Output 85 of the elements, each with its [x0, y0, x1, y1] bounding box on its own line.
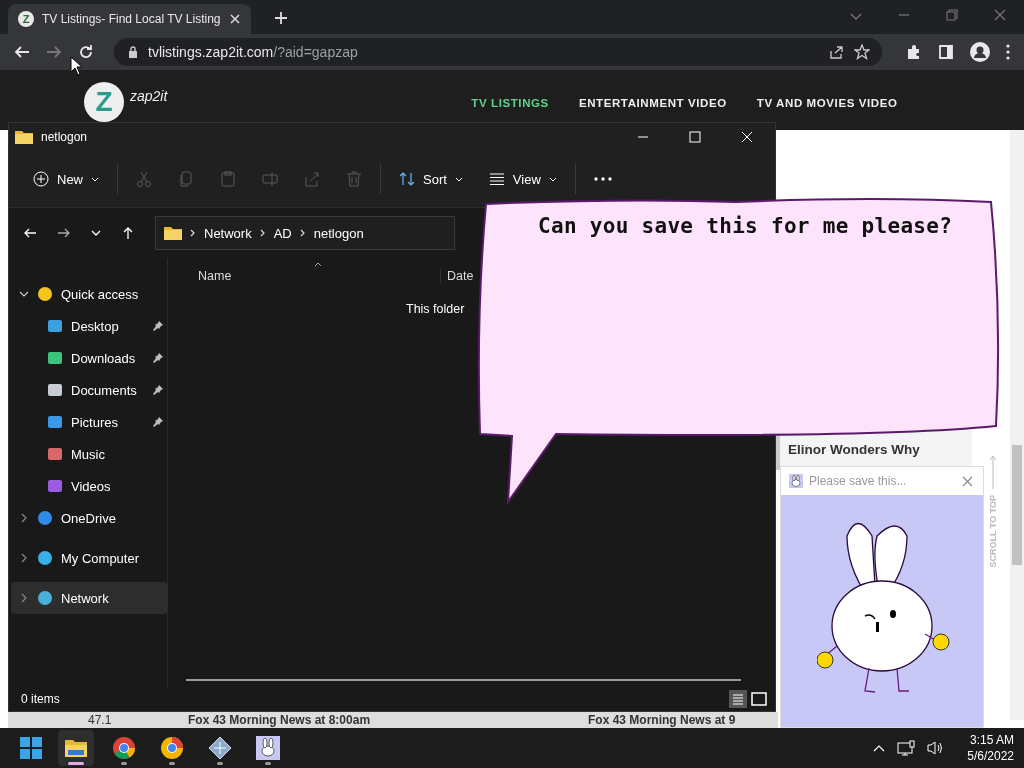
bunny-icon	[789, 474, 803, 488]
nav-item[interactable]: Network	[11, 582, 167, 614]
site-favicon: Z	[18, 11, 34, 27]
share-icon[interactable]	[828, 44, 844, 60]
empty-folder-message: This folder	[406, 302, 465, 316]
scissors-icon	[136, 171, 152, 187]
address-bar[interactable]: tvlistings.zap2it.com/?aid=gapzap	[114, 38, 882, 66]
sort-caret-icon	[314, 262, 322, 267]
nav-link[interactable]: TV LISTINGS	[471, 97, 549, 109]
breadcrumb-item[interactable]: netlogon	[313, 225, 364, 241]
view-button[interactable]: View	[476, 165, 569, 193]
browser-icon	[160, 736, 184, 760]
list-lines-icon	[488, 171, 505, 187]
explorer-taskbar-button[interactable]	[58, 730, 94, 766]
nav-item[interactable]: OneDrive	[11, 502, 167, 534]
reload-icon[interactable]	[78, 44, 94, 60]
nav-item[interactable]: Videos	[11, 470, 167, 502]
nav-link[interactable]: ENTERTAINMENT VIDEO	[578, 97, 727, 109]
forward-icon[interactable]	[57, 226, 71, 240]
diamond-icon	[208, 736, 232, 760]
show-title[interactable]: Elinor Wonders Why	[788, 442, 920, 457]
address-field[interactable]: Network AD netlogon	[155, 216, 455, 250]
caret-icon	[454, 176, 463, 182]
channel-number: 47.1	[88, 713, 113, 727]
nav-link[interactable]: TV AND MOVIES VIDEO	[756, 97, 898, 109]
back-icon[interactable]	[23, 226, 37, 240]
side-panel-icon[interactable]	[938, 44, 954, 60]
logo-text[interactable]: zap2it	[130, 88, 168, 104]
folder-icon	[164, 226, 182, 240]
share-icon	[304, 171, 320, 187]
chrome-icon	[112, 736, 136, 760]
nav-item[interactable]: Desktop	[11, 310, 167, 342]
nav-item[interactable]: Downloads	[11, 342, 167, 374]
folder-icon	[15, 130, 33, 144]
plus-icon[interactable]	[272, 10, 289, 26]
nav-item[interactable]: Music	[11, 438, 167, 470]
nav-item[interactable]: Pictures	[11, 406, 167, 438]
popup-title: Please save this...	[809, 474, 907, 488]
browser-tab[interactable]: Z TV Listings- Find Local TV Listing	[8, 4, 251, 34]
up-arrow-icon[interactable]	[121, 226, 135, 240]
more-icon	[593, 177, 612, 181]
window-title: netlogon	[41, 130, 88, 144]
maximize-icon[interactable]	[689, 131, 701, 143]
chevron-right-icon	[299, 229, 306, 237]
nav-item[interactable]: My Computer	[11, 542, 167, 574]
clipboard-icon	[220, 171, 236, 187]
rename-icon	[262, 171, 278, 187]
puzzle-icon[interactable]	[906, 44, 922, 60]
nav-item[interactable]: Quick access	[11, 278, 167, 310]
restore-icon[interactable]	[946, 9, 958, 21]
scrollbar[interactable]	[186, 679, 741, 681]
plus-circle-icon	[33, 171, 49, 187]
breadcrumb-item[interactable]: Network	[204, 225, 252, 241]
item-count: 0 items	[21, 692, 60, 706]
start-icon[interactable]	[20, 737, 42, 759]
chevron-icon[interactable]	[19, 289, 29, 299]
column-header[interactable]: Date	[440, 269, 474, 283]
breadcrumb-item[interactable]: AD	[273, 225, 292, 241]
menu-icon[interactable]	[1006, 44, 1010, 60]
chevron-right-icon	[190, 229, 196, 237]
bunny-icon	[256, 736, 280, 760]
caret-icon	[91, 176, 99, 182]
caret-icon	[548, 176, 557, 182]
profile-icon[interactable]	[970, 42, 990, 62]
chevron-icon[interactable]	[19, 513, 29, 523]
copy-icon	[178, 171, 194, 187]
chevron-up-icon[interactable]	[873, 744, 886, 752]
chevron-icon[interactable]	[19, 553, 29, 563]
speech-text: Can you save this for me please?	[538, 214, 953, 238]
chevron-right-icon	[259, 229, 266, 237]
lock-icon	[128, 46, 138, 58]
sort-button[interactable]: Sort	[387, 165, 475, 193]
trash-icon	[346, 171, 362, 187]
new-button[interactable]: New	[21, 165, 111, 193]
tab-title: TV Listings- Find Local TV Listing	[42, 12, 221, 26]
column-header[interactable]: Name	[198, 269, 232, 283]
tiles-view-icon[interactable]	[751, 691, 767, 707]
sort-arrows-icon	[399, 171, 415, 187]
program-title[interactable]: Fox 43 Morning News at 9	[588, 713, 736, 727]
clock[interactable]: 3:15 AM 5/6/2022	[967, 733, 1014, 763]
mouse-cursor-icon	[70, 56, 82, 76]
back-icon[interactable]	[14, 44, 30, 60]
nav-item[interactable]: Documents	[11, 374, 167, 406]
program-title[interactable]: Fox 43 Morning News at 8:00am	[188, 713, 588, 727]
scrollbar[interactable]	[1010, 130, 1024, 720]
